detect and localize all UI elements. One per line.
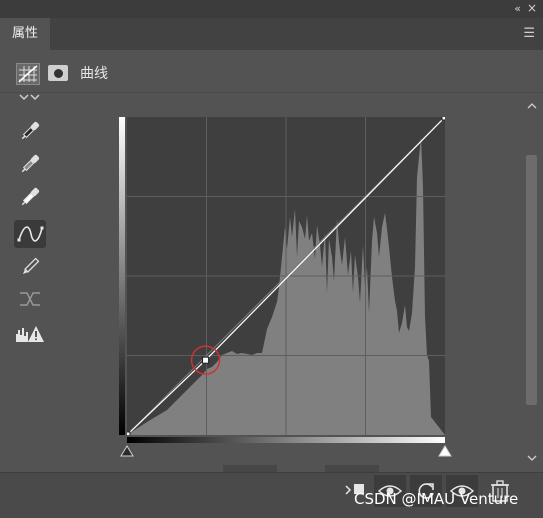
panel-edge — [325, 465, 379, 472]
panel-edge — [223, 465, 277, 472]
panel-tab-bar: 属性 ☰ — [0, 18, 543, 50]
input-gradient-bar — [127, 437, 445, 443]
curve-svg[interactable] — [123, 113, 449, 439]
sample-white-eyedropper-icon[interactable] — [14, 184, 46, 212]
panel-menu-icon[interactable]: ☰ — [523, 26, 535, 41]
edit-points-curve-icon[interactable] — [14, 220, 46, 248]
curve-control-point[interactable] — [441, 113, 449, 121]
curve-control-point[interactable] — [202, 356, 210, 364]
sample-gray-eyedropper-icon[interactable] — [14, 151, 46, 179]
tab-properties[interactable]: 属性 — [0, 18, 50, 50]
panel-title-bar: « × — [0, 0, 543, 18]
scrollbar-thumb[interactable] — [526, 155, 537, 405]
watermark-text: CSDN @IMAU Venture — [354, 490, 519, 508]
white-point-slider[interactable] — [438, 445, 452, 457]
black-point-slider[interactable] — [120, 445, 134, 457]
clipping-warning-icon[interactable] — [14, 322, 46, 350]
smooth-curve-icon[interactable] — [14, 287, 46, 315]
curve-control-point[interactable] — [123, 431, 131, 439]
sample-black-eyedropper-icon[interactable] — [14, 118, 46, 146]
pencil-draw-icon[interactable] — [14, 254, 46, 282]
scroll-hint-icon — [19, 94, 40, 101]
divider — [0, 92, 543, 93]
curves-adjustment-icon[interactable] — [16, 63, 40, 85]
layer-mask-icon[interactable] — [48, 65, 68, 81]
output-gradient-bar — [119, 117, 125, 435]
adjustment-title: 曲线 — [80, 66, 108, 82]
input-sliders — [120, 445, 452, 457]
close-icon[interactable]: × — [527, 1, 537, 15]
curve-graph[interactable] — [123, 113, 449, 439]
collapse-panel-icon[interactable]: « — [514, 2, 521, 15]
